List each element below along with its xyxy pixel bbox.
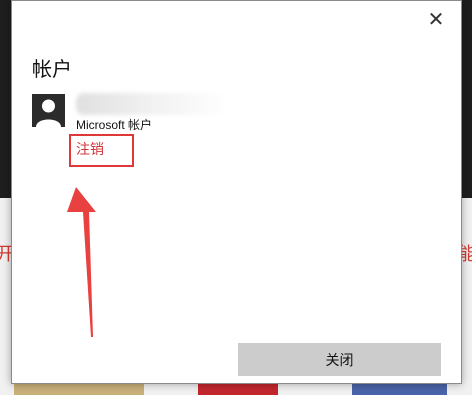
annotation-highlight-box [69,134,134,167]
dialog-title: 帐户 [32,59,72,81]
account-dialog: ✕ 帐户 Microsoft 帐户 注销 关闭 [11,0,462,384]
close-button[interactable]: 关闭 [238,343,441,376]
user-avatar-icon [32,94,65,127]
account-type-label: Microsoft 帐户 [76,118,153,132]
account-name-redacted [76,93,224,115]
close-icon[interactable]: ✕ [421,7,451,31]
annotation-arrow [67,187,96,337]
